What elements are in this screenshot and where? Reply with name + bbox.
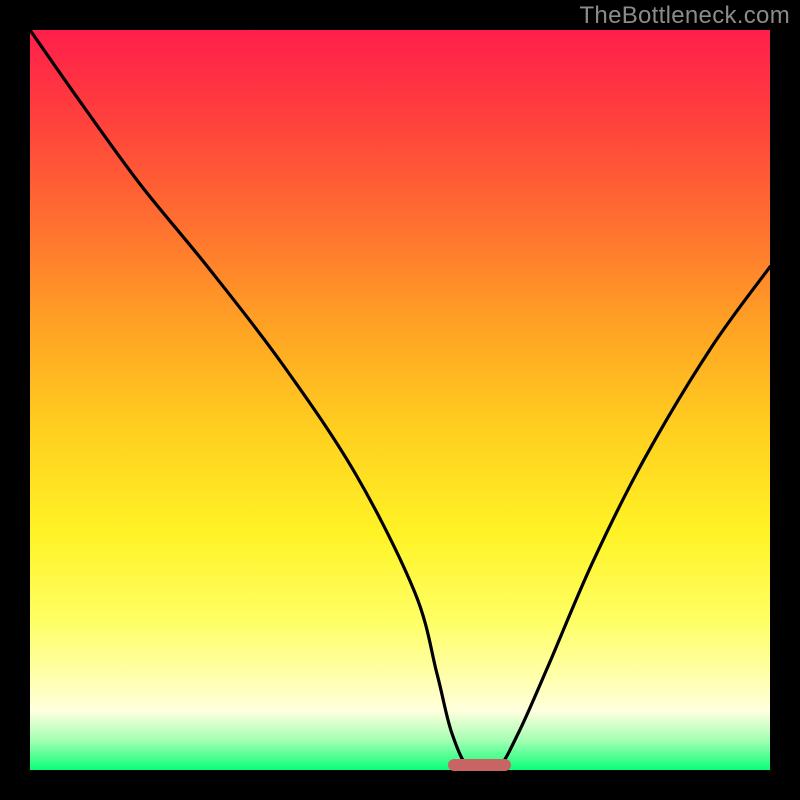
optimal-marker [448, 759, 511, 771]
chart-frame: TheBottleneck.com [0, 0, 800, 800]
watermark-text: TheBottleneck.com [579, 2, 790, 30]
bottleneck-curve [30, 30, 770, 770]
curve-svg [30, 30, 770, 770]
plot-area [30, 30, 770, 770]
